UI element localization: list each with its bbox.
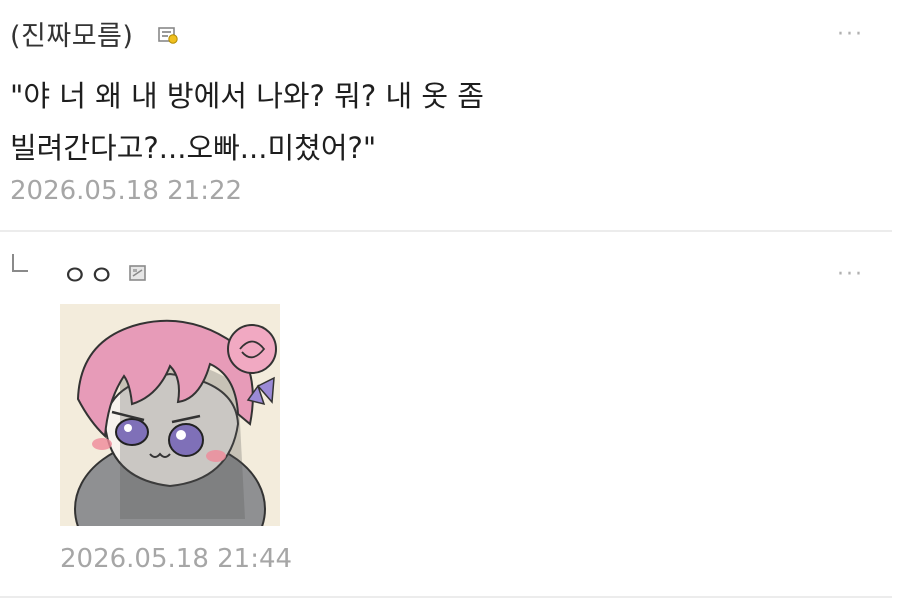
comment-date: 2026.05.18 21:22 — [10, 176, 243, 206]
comment-author[interactable]: (진짜모름) — [10, 14, 133, 53]
reply-author[interactable]: ㅇㅇ — [62, 254, 116, 294]
reply-comment-item: ㅇㅇ ··· 2026.05.18 21:44 — [0, 232, 900, 601]
reply-arrow-icon — [12, 254, 28, 272]
more-options-icon[interactable]: ··· — [837, 22, 864, 47]
comment-line: "야 너 왜 내 방에서 나와? 뭐? 내 옷 좀 — [10, 79, 484, 113]
member-badge-icon — [158, 27, 178, 44]
comment-body: "야 너 왜 내 방에서 나와? 뭐? 내 옷 좀 빌려간다고?...오빠...… — [10, 70, 790, 174]
comment-date: 2026.05.18 21:44 — [60, 544, 293, 574]
more-options-icon[interactable]: ··· — [837, 262, 864, 287]
divider — [0, 596, 892, 598]
anime-girl-sticker[interactable] — [60, 304, 280, 526]
sticker-image — [60, 304, 280, 526]
guest-badge-icon — [129, 265, 146, 281]
comment-item: (진짜모름) ··· "야 너 왜 내 방에서 나와? 뭐? 내 옷 좀 빌려간… — [0, 0, 900, 232]
comment-line: 빌려간다고?...오빠...미쳤어?" — [10, 131, 377, 165]
